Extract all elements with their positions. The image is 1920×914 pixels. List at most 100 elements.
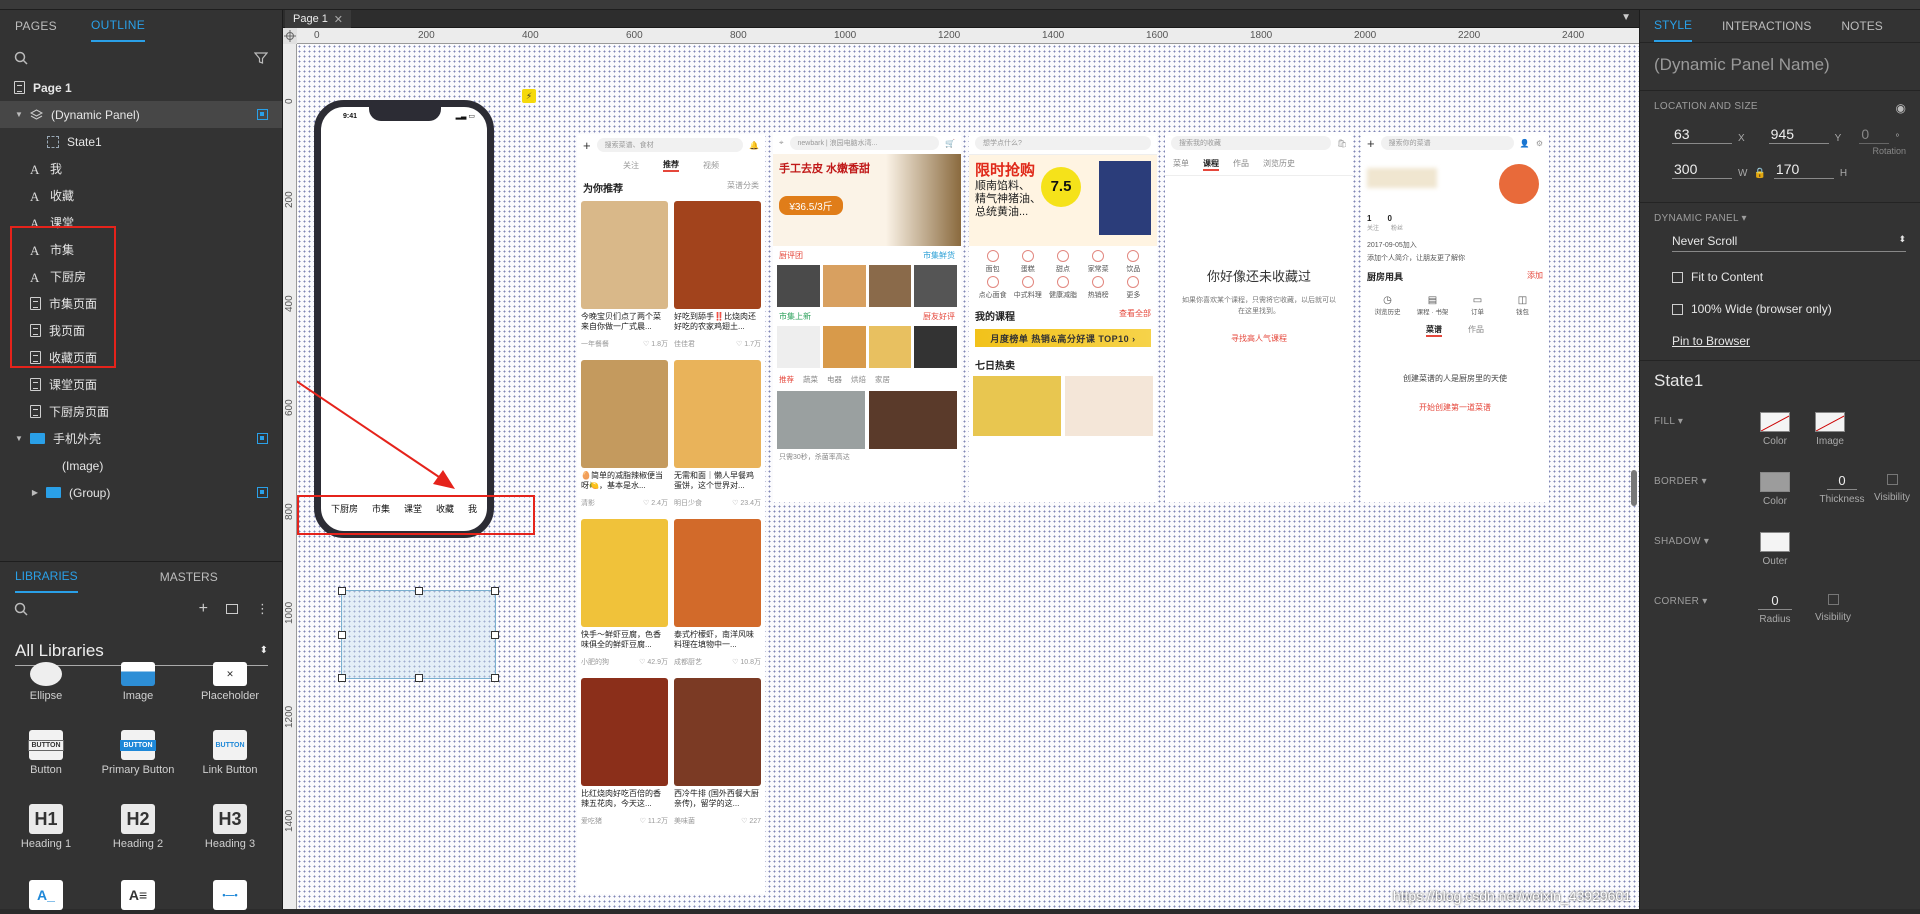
like-count[interactable]: ♡ 227 bbox=[741, 817, 761, 825]
tab-recommend[interactable]: 推荐 bbox=[663, 159, 679, 172]
bell-icon[interactable]: 🔔 bbox=[749, 141, 759, 150]
recipe-image[interactable] bbox=[674, 519, 761, 627]
recipe-card[interactable]: 好吃到舔手‼️比烧肉还好吃的农家鸡翅土... 佳佳君 ♡ 1.7万 bbox=[674, 201, 761, 354]
product-image[interactable] bbox=[822, 265, 866, 307]
author-name[interactable]: 佳佳君 bbox=[674, 339, 695, 349]
product-image[interactable] bbox=[822, 326, 866, 368]
recipe-image[interactable] bbox=[674, 201, 761, 309]
product-image[interactable] bbox=[868, 265, 912, 307]
like-count[interactable]: ♡ 1.8万 bbox=[643, 339, 668, 349]
market-search[interactable]: newbark | 浪园电脑水湾... bbox=[789, 136, 940, 150]
recipe-image[interactable] bbox=[581, 360, 668, 468]
tab-libraries[interactable]: LIBRARIES bbox=[15, 561, 78, 593]
tab-item[interactable]: 家居 bbox=[875, 374, 890, 385]
category-icon-item[interactable]: 中式料理 bbox=[1010, 276, 1045, 300]
tab-video[interactable]: 视频 bbox=[703, 160, 719, 171]
visibility-toggle-icon[interactable] bbox=[257, 487, 268, 498]
dynamic-panel-selection[interactable] bbox=[338, 587, 499, 682]
category-link[interactable]: 菜谱分类 bbox=[727, 180, 759, 195]
fit-checkbox[interactable] bbox=[1672, 272, 1683, 284]
market-banner[interactable]: 手工去皮 水嫩香甜 ¥36.5/3斤 bbox=[773, 154, 961, 246]
add-library-icon[interactable]: + bbox=[199, 600, 208, 618]
product-image[interactable] bbox=[914, 326, 957, 368]
section-label[interactable]: SHADOW ▾ bbox=[1654, 536, 1709, 547]
search-icon[interactable] bbox=[14, 602, 28, 616]
product-image[interactable] bbox=[869, 391, 957, 449]
widget-heading-1[interactable]: H1 Heading 1 bbox=[0, 804, 92, 850]
recipe-image[interactable] bbox=[674, 678, 761, 786]
search-icon[interactable] bbox=[14, 51, 28, 65]
outline-node-dynamic-panel[interactable]: ▼ (Dynamic Panel) bbox=[0, 101, 282, 128]
tab-works[interactable]: 作品 bbox=[1468, 324, 1484, 337]
widget-placeholder[interactable]: ✕ Placeholder bbox=[184, 662, 276, 702]
screen-market[interactable]: ⌖ newbark | 浪园电脑水湾... 🛒 手工去皮 水嫩香甜 ¥36.5/3斤… bbox=[773, 132, 961, 502]
category-icon-item[interactable]: 更多 bbox=[1116, 276, 1151, 300]
like-count[interactable]: ♡ 2.4万 bbox=[643, 498, 668, 508]
section-label[interactable]: FILL ▾ bbox=[1654, 416, 1683, 427]
tab-item[interactable]: 推荐 bbox=[779, 374, 794, 385]
view-all-link[interactable]: 查看全部 bbox=[1119, 308, 1151, 323]
category-icon-item[interactable]: 热销榜 bbox=[1081, 276, 1116, 300]
tool-orders[interactable]: ▭ 订单 bbox=[1455, 295, 1500, 316]
like-count[interactable]: ♡ 10.8万 bbox=[732, 657, 761, 667]
outline-node-page[interactable]: Page 1 bbox=[0, 74, 282, 101]
author-name[interactable]: 小肥的狗 bbox=[581, 657, 609, 667]
category-icon-item[interactable]: 家常菜 bbox=[1081, 250, 1116, 274]
resize-handle[interactable] bbox=[491, 674, 499, 682]
expand-arrow-icon[interactable]: ▼ bbox=[14, 110, 24, 119]
recipe-image[interactable] bbox=[581, 519, 668, 627]
home-search[interactable]: 搜索菜谱、食材 bbox=[596, 138, 744, 152]
tab-outline[interactable]: OUTLINE bbox=[90, 10, 146, 42]
section-label[interactable]: 厨友好评 bbox=[923, 311, 955, 322]
product-image[interactable] bbox=[777, 265, 820, 307]
resize-handle[interactable] bbox=[338, 587, 346, 595]
resize-handle[interactable] bbox=[415, 587, 423, 595]
outer-shadow[interactable]: Outer bbox=[1745, 532, 1805, 567]
recipe-card[interactable]: 泰式柠檬虾，南洋风味料理在填物中一... 成都厨艺 ♡ 10.8万 bbox=[674, 519, 761, 672]
resize-handle[interactable] bbox=[491, 631, 499, 639]
height-input[interactable]: 170 bbox=[1773, 160, 1834, 179]
tab-recipes[interactable]: 菜谱 bbox=[1426, 324, 1442, 337]
visibility-checkbox[interactable] bbox=[1886, 474, 1898, 486]
screen-me[interactable]: + 搜索你的菜谱 👤 ⚙ 10 关注 粉丝 2017-09-05加入 添加个人简介，让朋… bbox=[1361, 132, 1549, 502]
crosshair-icon[interactable] bbox=[283, 28, 297, 44]
tab-page-1[interactable]: Page 1 ✕ bbox=[285, 10, 351, 28]
outline-node-text[interactable]: A 收藏 bbox=[0, 182, 282, 209]
resize-handle[interactable] bbox=[415, 674, 423, 682]
recipe-image[interactable] bbox=[581, 678, 668, 786]
fit-content-option[interactable]: Fit to Content bbox=[1672, 270, 1906, 284]
tab-dropdown-icon[interactable]: ▼ bbox=[1621, 12, 1631, 23]
author-name[interactable]: 爱吃猪 bbox=[581, 816, 602, 826]
like-count[interactable]: ♡ 11.2万 bbox=[640, 816, 668, 826]
border-visibility[interactable]: Visibility bbox=[1862, 472, 1920, 503]
like-count[interactable]: ♡ 42.9万 bbox=[639, 657, 668, 667]
tab-interactions[interactable]: INTERACTIONS bbox=[1722, 11, 1811, 41]
widget-primary-button[interactable]: BUTTON Primary Button bbox=[92, 730, 184, 776]
promo-banner[interactable]: 限时抢购 顺南馅料、 精气神猪油、 总统黄油... 7.5 bbox=[969, 154, 1157, 246]
design-canvas[interactable]: ⚡ 9:41 ▂▃ ▭ 下厨房 市集 课堂 收藏 我 + 搜索菜谱、食材 🔔 关注推… bbox=[297, 44, 1639, 909]
tab-course[interactable]: 课程 bbox=[1203, 158, 1219, 171]
fav-search[interactable]: 搜索我的收藏 bbox=[1171, 136, 1331, 150]
section-label[interactable]: CORNER ▾ bbox=[1654, 596, 1708, 607]
visibility-checkbox[interactable] bbox=[1827, 594, 1839, 606]
add-icon[interactable]: + bbox=[1367, 136, 1375, 151]
recipe-card[interactable]: 西冷牛排 (国外西餐大厨亲传)，留学的这... 美味菌 ♡ 227 bbox=[674, 678, 761, 831]
product-image[interactable] bbox=[914, 265, 957, 307]
author-name[interactable]: 美味菌 bbox=[674, 816, 695, 826]
tab-pages[interactable]: PAGES bbox=[15, 11, 57, 41]
resize-handle[interactable] bbox=[491, 587, 499, 595]
image-swatch[interactable] bbox=[1815, 412, 1845, 432]
outline-node-text[interactable]: A我 bbox=[0, 155, 282, 182]
product-image[interactable] bbox=[973, 376, 1061, 436]
outline-node-folder[interactable]: ▼ 手机外壳 bbox=[0, 425, 282, 452]
tool-bookshelf[interactable]: ▤ 课程 · 书架 bbox=[1410, 295, 1455, 316]
full-width-option[interactable]: 100% Wide (browser only) bbox=[1672, 302, 1906, 316]
close-icon[interactable]: ✕ bbox=[334, 13, 343, 26]
create-recipe-link[interactable]: 开始创建第一道菜谱 bbox=[1361, 402, 1549, 413]
visibility-toggle-icon[interactable] bbox=[257, 109, 268, 120]
screen-class[interactable]: 想学点什么? 限时抢购 顺南馅料、 精气神猪油、 总统黄油... 7.5 面包 蛋… bbox=[969, 132, 1157, 502]
expand-arrow-icon[interactable]: ▼ bbox=[14, 434, 24, 443]
resize-handle[interactable] bbox=[338, 674, 346, 682]
visibility-toggle-icon[interactable] bbox=[257, 433, 268, 444]
width-input[interactable]: 300 bbox=[1672, 160, 1732, 179]
